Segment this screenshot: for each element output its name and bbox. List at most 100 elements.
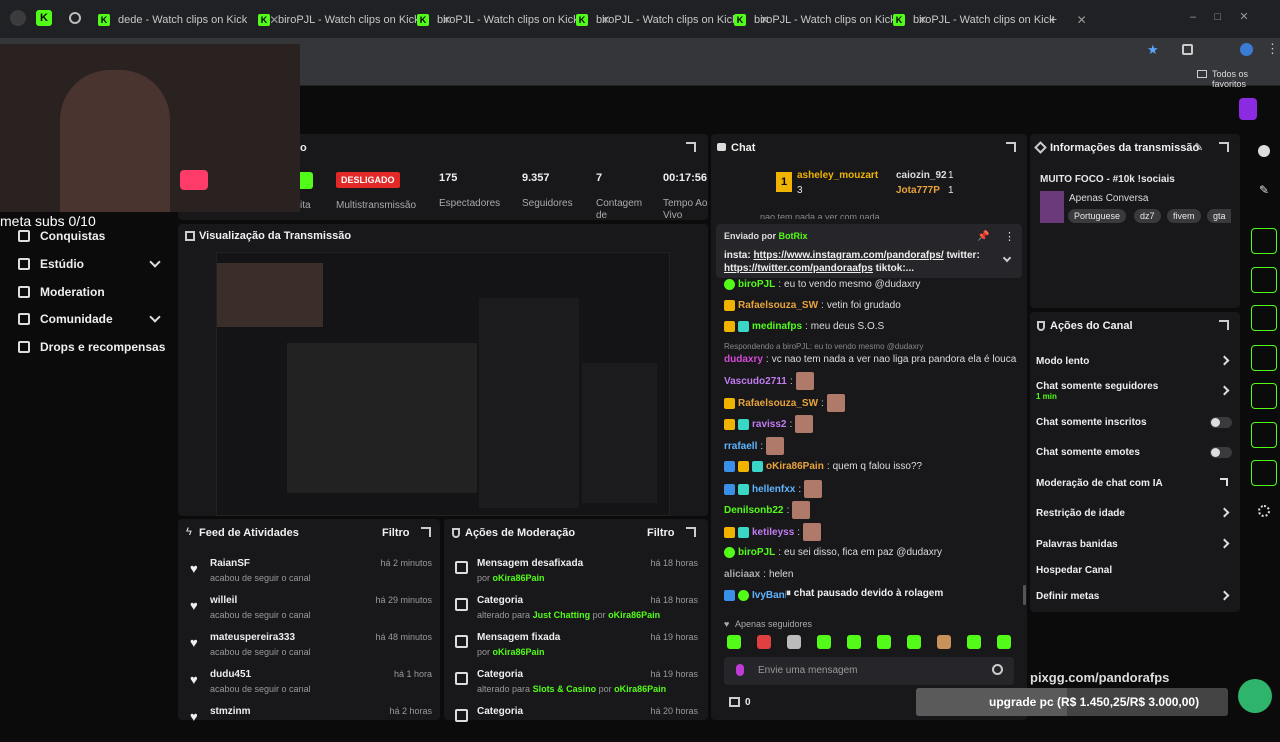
rail-button-screen[interactable]	[1251, 228, 1277, 254]
chat-message: Rafaelsouza_SW: vetin foi grudado	[724, 300, 901, 311]
folder-icon	[1197, 70, 1207, 78]
tag[interactable]: fivem	[1167, 209, 1201, 223]
sidebar-item-comunidade[interactable]: Comunidade	[18, 312, 113, 326]
emote-picker-item[interactable]	[847, 635, 861, 649]
browser-tab-bar: K Kdede - Watch clips on Kick ✕ KbiroPJL …	[0, 0, 1280, 38]
action-banned-words[interactable]: Palavras banidas	[1036, 538, 1232, 550]
heart-icon: ♥	[724, 619, 730, 629]
profile-avatar[interactable]	[1240, 43, 1253, 56]
tab-search-button[interactable]	[10, 10, 26, 26]
top-gifter-name[interactable]: asheley_mouzart	[797, 170, 878, 181]
emote-picker-item[interactable]	[997, 635, 1011, 649]
gifter-name[interactable]: caiozin_92	[896, 170, 947, 181]
gifter-name[interactable]: Jota777P	[896, 185, 940, 196]
new-tab-button[interactable]: +	[1049, 11, 1057, 27]
rail-button-media[interactable]	[1251, 422, 1277, 448]
multistream-label[interactable]: Multistransmissão	[336, 200, 416, 211]
emote-picker-item[interactable]	[787, 635, 801, 649]
browser-menu-icon[interactable]: ⋮	[1266, 41, 1279, 57]
action-age-restriction[interactable]: Restrição de idade	[1036, 507, 1232, 519]
popout-icon[interactable]	[1219, 142, 1229, 152]
emote-picker-item[interactable]	[817, 635, 831, 649]
emote-image	[795, 415, 814, 433]
rail-button-broadcast[interactable]	[1251, 383, 1277, 409]
subscriber-badge-icon	[738, 321, 749, 332]
emote-picker-item[interactable]	[937, 635, 951, 649]
emote-picker-item[interactable]	[757, 635, 771, 649]
bookmark-star-icon[interactable]: ★	[1147, 42, 1159, 58]
action-set-goals[interactable]: Definir metas	[1036, 590, 1232, 602]
tag[interactable]: Portuguese	[1068, 209, 1127, 223]
gift-icon[interactable]	[729, 697, 740, 707]
tag[interactable]: gta	[1207, 209, 1231, 223]
crown-icon	[724, 526, 735, 538]
preview-title: Visualização da Transmissão	[199, 230, 352, 242]
emotes-only-toggle[interactable]	[1210, 447, 1232, 458]
rail-button-notes[interactable]	[1251, 305, 1277, 331]
info-icon[interactable]	[1258, 145, 1270, 157]
more-options-icon[interactable]: ⋮	[1004, 230, 1015, 243]
mod-row: Mensagem desafixada por oKira86Pain há 18 …	[455, 558, 698, 594]
sidebar-item-moderation[interactable]: Moderation	[18, 285, 105, 299]
stream-preview-video[interactable]	[216, 252, 670, 516]
popout-icon[interactable]	[686, 527, 696, 537]
microphone-icon[interactable]	[736, 664, 744, 676]
popout-icon[interactable]	[421, 527, 431, 537]
category-thumbnail	[1040, 191, 1064, 223]
kick-pinned-tab[interactable]: K	[36, 10, 52, 26]
subscriber-badge-icon	[738, 526, 749, 538]
emote-picker-item[interactable]	[877, 635, 891, 649]
emoji-icon[interactable]	[992, 664, 1003, 675]
chat-message: oKira86Pain: quem q falou isso??	[724, 461, 922, 472]
emote-image	[803, 523, 822, 541]
tag[interactable]: dz7	[1134, 209, 1161, 223]
action-slow-mode[interactable]: Modo lento	[1036, 355, 1232, 367]
kick-favicon-icon: K	[576, 14, 588, 26]
category-name[interactable]: Apenas Conversa	[1069, 193, 1149, 204]
top-gifter-count: 3	[797, 185, 803, 196]
rail-button-chat[interactable]	[1251, 345, 1277, 371]
emote-picker-item[interactable]	[727, 635, 741, 649]
mod-filter-button[interactable]: Filtro	[647, 527, 675, 539]
edit-icon[interactable]: ✎	[1194, 141, 1203, 154]
popout-icon[interactable]	[1219, 320, 1229, 330]
sidebar-item-drops[interactable]: Drops e recompensas	[18, 340, 165, 354]
apps-icon[interactable]	[1258, 505, 1270, 517]
subscribers-only-toggle[interactable]	[1210, 417, 1232, 428]
close-icon[interactable]: ✕	[1077, 13, 1087, 27]
rail-button-tools[interactable]	[1251, 460, 1277, 486]
category-icon	[455, 709, 468, 722]
emote-picker-item[interactable]	[907, 635, 921, 649]
extensions-icon[interactable]	[1182, 44, 1193, 55]
action-ai-moderation[interactable]: Moderação de chat com IA	[1036, 478, 1232, 489]
browser-tab[interactable]: Kdede - Watch clips on Kick ✕	[98, 8, 279, 32]
rail-button-bolt[interactable]	[1251, 267, 1277, 293]
chat-message: biroPJL: eu sei disso, fica em paz @duda…	[724, 547, 942, 558]
pin-icon[interactable]: 📌	[977, 231, 989, 242]
all-bookmarks-link[interactable]: Todos os favoritos	[1212, 69, 1280, 89]
sidebar-item-conquistas[interactable]: Conquistas	[18, 229, 105, 243]
globe-icon[interactable]	[69, 12, 81, 24]
emote-picker-item[interactable]	[967, 635, 981, 649]
browser-tab[interactable]: KbiroPJL - Watch clips on Kick ✕	[893, 8, 1087, 32]
action-followers-only[interactable]: Chat somente seguidores 1 min	[1036, 381, 1232, 403]
chat-message: IvyBani	[724, 590, 788, 601]
feed-filter-button[interactable]: Filtro	[382, 527, 410, 539]
sidebar-item-estudio[interactable]: Estúdio	[18, 257, 84, 271]
action-emotes-only: Chat somente emotes	[1036, 447, 1232, 458]
stream-title-text: MUITO FOCO - #10k !sociais	[1040, 174, 1175, 185]
user-avatar[interactable]	[1239, 98, 1257, 120]
popout-icon[interactable]	[686, 142, 696, 152]
emote-image	[826, 394, 845, 412]
chat-scrollbar[interactable]	[1023, 585, 1026, 605]
action-host-channel[interactable]: Hospedar Canal	[1036, 565, 1232, 576]
stat-live-time: 00:17:56 Tempo Ao Vivo	[663, 172, 708, 221]
chevron-right-icon	[1219, 538, 1230, 549]
popout-icon[interactable]	[1006, 142, 1016, 152]
heart-icon: ♥	[190, 635, 198, 650]
status-badge: DESLIGADO	[336, 172, 400, 188]
heart-icon: ♥	[190, 709, 198, 724]
window-controls[interactable]: – □ ✕	[1190, 10, 1270, 24]
chat-paused-indicator[interactable]: ⏸ chat pausado devido à rolagem	[786, 586, 956, 604]
pencil-icon[interactable]: ✎	[1259, 183, 1269, 197]
